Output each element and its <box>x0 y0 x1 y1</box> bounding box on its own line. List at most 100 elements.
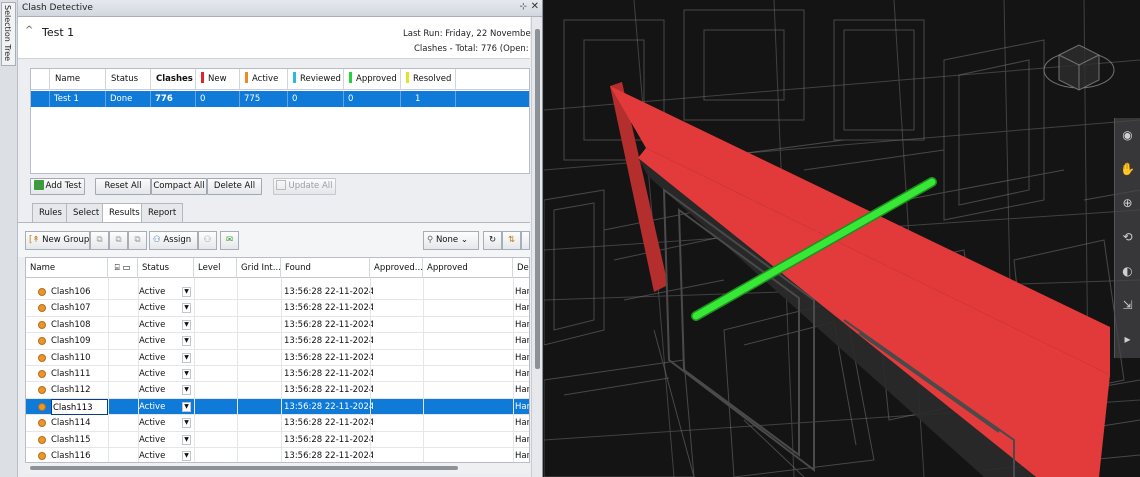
col-approved-by[interactable]: Approved... <box>370 258 423 278</box>
status-dropdown-icon[interactable]: ▼ <box>182 385 191 396</box>
result-found: 13:56:28 22-11-2024 <box>284 418 373 429</box>
column-separator <box>108 278 109 462</box>
result-row[interactable]: Clash116 Active ▼ 13:56:28 22-11-2024 Har <box>26 448 529 462</box>
tab-results[interactable]: Results <box>102 203 147 223</box>
status-dot-icon <box>38 353 46 362</box>
new-group-button[interactable]: [↟ New Group <box>25 231 90 250</box>
tab-report[interactable]: Report <box>141 203 184 222</box>
new-group-label: New Group <box>42 235 90 245</box>
col-camera-comment[interactable]: ⌸ ▭ <box>108 258 138 278</box>
sort-icon-button[interactable]: ⇅ <box>502 231 521 250</box>
group-icon-button[interactable]: ⧉ <box>90 231 109 250</box>
result-name: Clash108 <box>51 319 91 330</box>
result-status: Active <box>139 385 166 396</box>
result-row[interactable]: Clash110 Active ▼ 13:56:28 22-11-2024 Har <box>26 350 529 366</box>
status-dropdown-icon[interactable]: ▼ <box>182 418 191 429</box>
ungroup-icon-button[interactable]: ⧉ <box>109 231 128 250</box>
status-dropdown-icon[interactable]: ▼ <box>182 451 191 461</box>
result-description: Har <box>515 287 530 297</box>
col-level[interactable]: Level <box>194 258 237 278</box>
add-test-label: Add Test <box>45 181 82 191</box>
look-icon[interactable]: ◐ <box>1115 254 1140 288</box>
orbit-icon[interactable]: ⟲ <box>1115 220 1140 254</box>
camera-icon: ⌸ <box>114 263 120 273</box>
result-found: 13:56:28 22-11-2024 <box>284 434 373 445</box>
col-result-name[interactable]: Name <box>26 258 108 278</box>
col-approved[interactable]: Approved <box>423 258 513 278</box>
selection-tree-tab[interactable]: Selection Tree <box>1 2 16 66</box>
result-description: Har <box>515 336 530 347</box>
close-icon[interactable]: ✕ <box>531 1 539 12</box>
col-approved[interactable]: Approved <box>344 69 401 90</box>
filter-dropdown[interactable]: ⚲ None ⌄ <box>423 231 479 250</box>
result-description: Har <box>515 369 530 379</box>
col-status[interactable]: Status <box>106 69 151 90</box>
col-result-status[interactable]: Status <box>138 258 194 278</box>
result-name: Clash114 <box>51 418 91 429</box>
result-row[interactable]: Clash115 Active ▼ 13:56:28 22-11-2024 Har <box>26 432 529 448</box>
col-description[interactable]: De <box>513 258 529 278</box>
result-description: Har <box>515 319 530 330</box>
result-name: Clash115 <box>51 434 91 445</box>
status-dropdown-icon[interactable]: ▼ <box>182 303 191 314</box>
result-row[interactable]: Clash114 Active ▼ 13:56:28 22-11-2024 Har <box>26 415 529 432</box>
result-row[interactable]: Clash107 Active ▼ 13:56:28 22-11-2024 Har <box>26 300 529 317</box>
result-row[interactable]: Clash109 Active ▼ 13:56:28 22-11-2024 Har <box>26 333 530 350</box>
3d-viewport[interactable]: ◉ ✋ ⊕ ⟲ ◐ ⇲ ▸ <box>544 0 1140 477</box>
result-row[interactable]: Clash112 Active ▼ 13:56:28 22-11-2024 Har <box>26 382 530 399</box>
col-grid-intersection[interactable]: Grid Int... <box>237 258 281 278</box>
status-dropdown-icon[interactable]: ▼ <box>182 369 191 379</box>
result-status: Active <box>139 434 166 445</box>
scroll-thumb[interactable] <box>30 466 458 470</box>
col-clashes[interactable]: Clashes <box>151 69 196 90</box>
status-dropdown-icon[interactable]: ▼ <box>182 401 191 412</box>
pan-hand-icon[interactable]: ✋ <box>1115 152 1140 186</box>
delete-all-button[interactable]: Delete All <box>207 178 262 195</box>
explode-group-icon-button[interactable]: ⧉ <box>128 231 147 250</box>
row-selector[interactable] <box>31 91 50 107</box>
result-row[interactable]: Clash113 Active ▼ 13:56:28 22-11-2024 Har <box>26 398 529 416</box>
pin-icon[interactable]: ⊹ <box>519 2 527 12</box>
walk-icon[interactable]: ⇲ <box>1115 288 1140 322</box>
zoom-icon[interactable]: ⊕ <box>1115 186 1140 220</box>
compact-all-button[interactable]: Compact All <box>151 178 207 195</box>
update-all-button[interactable]: Update All <box>273 178 336 195</box>
col-name[interactable]: Name <box>50 69 106 90</box>
result-description: Har <box>515 385 530 396</box>
col-resolved[interactable]: Resolved <box>401 69 456 90</box>
nav-expand-icon[interactable]: ▸ <box>1115 322 1140 356</box>
unassign-icon-button[interactable]: ⚇ <box>198 231 217 250</box>
column-separator <box>513 278 514 462</box>
col-resolved-label: Resolved <box>413 74 452 84</box>
result-name: Clash106 <box>51 287 91 297</box>
tab-rules[interactable]: Rules <box>32 203 69 222</box>
test-row[interactable]: Test 1 Done 776 0 775 0 0 1 <box>31 91 529 107</box>
more-icon-button[interactable] <box>521 231 530 250</box>
col-active[interactable]: Active <box>240 69 288 90</box>
results-horizontal-scrollbar[interactable] <box>25 463 530 473</box>
status-dropdown-icon[interactable]: ▼ <box>182 319 191 330</box>
panel-vertical-scrollbar[interactable] <box>531 17 542 477</box>
col-reviewed[interactable]: Reviewed <box>288 69 344 90</box>
steering-wheel-icon[interactable]: ◉ <box>1115 118 1140 152</box>
collapse-chevron-icon[interactable]: ^ <box>25 25 33 36</box>
add-comment-icon-button[interactable]: ✉ <box>220 231 239 250</box>
col-found[interactable]: Found <box>281 258 370 278</box>
status-dropdown-icon[interactable]: ▼ <box>182 434 191 445</box>
reset-all-button[interactable]: Reset All <box>95 178 151 195</box>
result-row[interactable]: Clash106 Active ▼ 13:56:28 22-11-2024 Har <box>26 284 530 301</box>
status-dropdown-icon[interactable]: ▼ <box>182 287 191 297</box>
result-row[interactable]: Clash111 Active ▼ 13:56:28 22-11-2024 Har <box>26 366 530 383</box>
status-dropdown-icon[interactable]: ▼ <box>182 352 191 363</box>
column-separator <box>370 278 371 462</box>
status-dropdown-icon[interactable]: ▼ <box>182 336 191 347</box>
tab-select[interactable]: Select <box>66 203 107 222</box>
result-row[interactable]: Clash108 Active ▼ 13:56:28 22-11-2024 Har <box>26 317 530 334</box>
add-test-button[interactable]: Add Test <box>30 178 85 195</box>
col-new[interactable]: New <box>196 69 240 90</box>
refresh-icon-button[interactable]: ↻ <box>483 231 502 250</box>
scroll-thumb[interactable] <box>535 29 540 369</box>
assign-button[interactable]: ⚇ Assign <box>149 231 198 250</box>
result-status: Active <box>139 451 166 461</box>
clashes-summary: Clashes - Total: 776 (Open: <box>414 44 529 54</box>
